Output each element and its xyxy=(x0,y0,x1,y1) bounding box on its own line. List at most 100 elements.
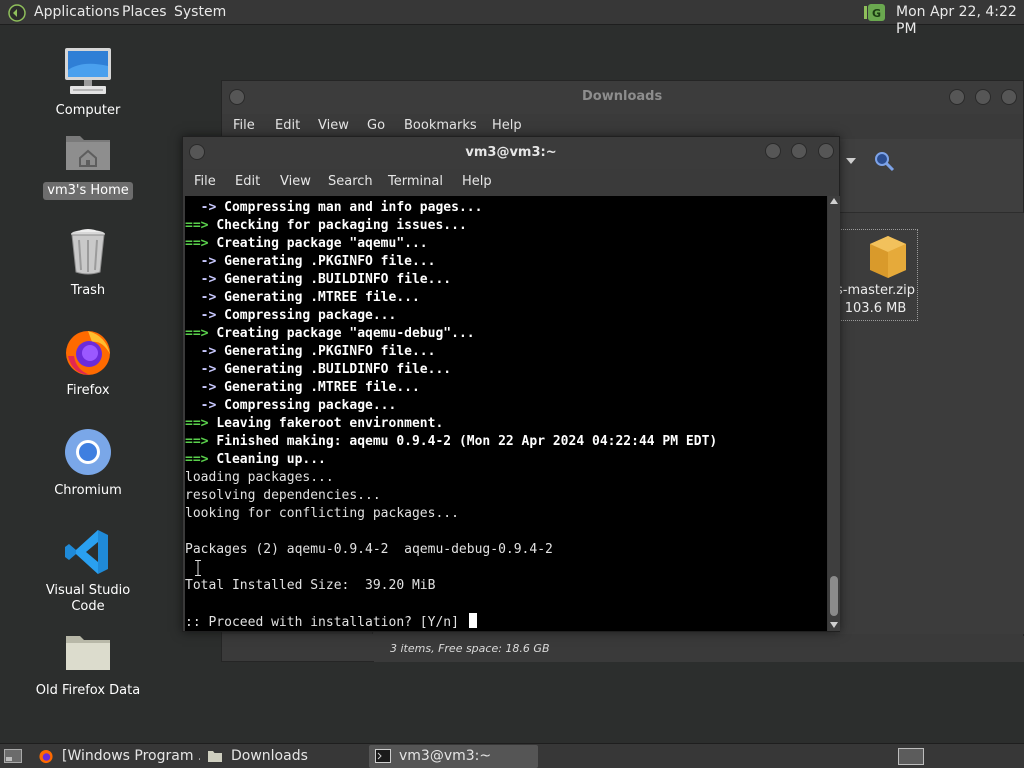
term-menu-terminal[interactable]: Terminal xyxy=(388,174,443,189)
terminal-line: -> Compressing man and info pages... xyxy=(185,199,827,217)
text-cursor-icon xyxy=(195,560,201,576)
terminal-window[interactable]: vm3@vm3:~ File Edit View Search Terminal… xyxy=(182,136,840,632)
terminal-scrollbar[interactable] xyxy=(828,196,840,631)
desktop-icon-home[interactable]: vm3's Home xyxy=(24,126,152,200)
desktop-icon-old-firefox-data[interactable]: Old Firefox Data xyxy=(24,626,152,700)
term-menu-view[interactable]: View xyxy=(280,174,311,189)
update-notifier-icon[interactable]: G xyxy=(864,3,886,22)
terminal-line-prefix: -> xyxy=(185,362,225,377)
workspace-switcher-icon[interactable] xyxy=(898,748,924,765)
terminal-line-prefix: ==> xyxy=(185,416,217,431)
window-menu-icon[interactable] xyxy=(229,89,245,105)
terminal-line: :: Proceed with installation? [Y/n] xyxy=(185,613,827,631)
file-manager-title: Downloads xyxy=(582,89,663,104)
scroll-down-icon[interactable] xyxy=(830,622,838,628)
close-button[interactable] xyxy=(1001,89,1017,105)
dropdown-arrow-icon[interactable] xyxy=(845,156,857,166)
terminal-line-text: Generating .BUILDINFO file... xyxy=(224,272,452,287)
file-manager-statusbar: 3 items, Free space: 18.6 GB xyxy=(374,636,1024,662)
terminal-line-text: :: Proceed with installation? [Y/n] xyxy=(185,615,467,630)
terminal-line-prefix: ==> xyxy=(185,218,217,233)
desktop-icon-firefox[interactable]: Firefox xyxy=(24,326,152,400)
desktop-icon-vscode[interactable]: Visual Studio Code xyxy=(24,526,152,616)
terminal-line-prefix: -> xyxy=(185,272,225,287)
terminal-line-text: Leaving fakeroot environment. xyxy=(216,416,444,431)
terminal-line-text: Total Installed Size: 39.20 MiB xyxy=(185,578,436,593)
applications-menu[interactable]: Applications xyxy=(34,4,120,21)
bottom-panel: [Windows Program ... Downloads vm3@vm3:~ xyxy=(0,743,1024,768)
home-folder-icon xyxy=(66,136,110,170)
term-menu-help[interactable]: Help xyxy=(462,174,492,189)
fm-menu-file[interactable]: File xyxy=(233,118,255,133)
places-menu[interactable]: Places xyxy=(122,4,167,21)
terminal-line: -> Generating .BUILDINFO file... xyxy=(185,271,827,289)
system-menu[interactable]: System xyxy=(174,4,226,21)
scroll-up-icon[interactable] xyxy=(830,198,838,204)
desktop-icon-label: Trash xyxy=(70,283,106,298)
terminal-line: -> Generating .MTREE file... xyxy=(185,379,827,397)
terminal-line: ==> Finished making: aqemu 0.9.4-2 (Mon … xyxy=(185,433,827,451)
terminal-line-text: Generating .PKGINFO file... xyxy=(224,344,436,359)
terminal-titlebar[interactable]: vm3@vm3:~ xyxy=(183,137,839,169)
minimize-button[interactable] xyxy=(765,143,781,159)
desktop-icon-computer[interactable]: Computer xyxy=(24,46,152,120)
term-menu-file[interactable]: File xyxy=(194,174,216,189)
term-menu-search[interactable]: Search xyxy=(328,174,373,189)
terminal-line-prefix: ==> xyxy=(185,236,217,251)
folder-icon xyxy=(66,636,110,670)
terminal-line-prefix: -> xyxy=(185,308,225,323)
terminal-line: -> Generating .PKGINFO file... xyxy=(185,343,827,361)
fm-menu-go[interactable]: Go xyxy=(367,118,385,133)
terminal-line: -> Compressing package... xyxy=(185,307,827,325)
firefox-icon xyxy=(39,749,53,764)
file-manager-titlebar[interactable]: Downloads xyxy=(222,81,1023,114)
terminal-output[interactable]: -> Compressing man and info pages... ==> … xyxy=(185,196,827,631)
terminal-menubar: File Edit View Search Terminal Help xyxy=(183,170,839,195)
terminal-title: vm3@vm3:~ xyxy=(465,145,557,160)
terminal-line: -> Generating .PKGINFO file... xyxy=(185,253,827,271)
fm-menu-help[interactable]: Help xyxy=(492,118,522,133)
svg-text:G: G xyxy=(872,7,881,20)
taskbar-item-firefox[interactable]: [Windows Program ... xyxy=(34,745,200,768)
terminal-line-prefix: -> xyxy=(185,380,225,395)
close-button[interactable] xyxy=(818,143,834,159)
file-item[interactable]: s-master.zip 103.6 MB xyxy=(834,229,918,321)
terminal-line: loading packages... xyxy=(185,469,827,487)
archive-icon xyxy=(870,236,906,278)
desktop-icon-chromium[interactable]: Chromium xyxy=(24,426,152,500)
fm-menu-edit[interactable]: Edit xyxy=(275,118,300,133)
desktop-icon-label: Old Firefox Data xyxy=(35,683,141,698)
taskbar-item-label: vm3@vm3:~ xyxy=(399,748,492,764)
file-size: 103.6 MB xyxy=(844,301,907,316)
taskbar-item-terminal[interactable]: vm3@vm3:~ xyxy=(369,745,538,768)
terminal-line: ==> Creating package "aqemu"... xyxy=(185,235,827,253)
show-desktop-icon[interactable] xyxy=(4,749,22,763)
terminal-line-text: Creating package "aqemu"... xyxy=(216,236,428,251)
maximize-button[interactable] xyxy=(791,143,807,159)
terminal-line-text: Generating .MTREE file... xyxy=(224,380,420,395)
taskbar-item-label: Downloads xyxy=(231,748,308,764)
computer-icon xyxy=(65,48,111,94)
term-menu-edit[interactable]: Edit xyxy=(235,174,260,189)
terminal-line: ==> Cleaning up... xyxy=(185,451,827,469)
fm-menu-bookmarks[interactable]: Bookmarks xyxy=(404,118,477,133)
taskbar-item-label: [Windows Program ... xyxy=(62,748,200,764)
scrollbar-thumb[interactable] xyxy=(830,576,838,616)
terminal-line-prefix: -> xyxy=(185,398,225,413)
terminal-line-text: Generating .BUILDINFO file... xyxy=(224,362,452,377)
taskbar-item-downloads[interactable]: Downloads xyxy=(203,745,365,768)
maximize-button[interactable] xyxy=(975,89,991,105)
desktop-icon-label: Visual Studio Code xyxy=(45,583,131,614)
minimize-button[interactable] xyxy=(949,89,965,105)
terminal-line: Total Installed Size: 39.20 MiB xyxy=(185,577,827,595)
search-icon[interactable] xyxy=(873,150,895,172)
mate-logo-icon[interactable] xyxy=(8,4,26,22)
desktop-icon-trash[interactable]: Trash xyxy=(24,226,152,300)
terminal-line: resolving dependencies... xyxy=(185,487,827,505)
terminal-line-text: Packages (2) aqemu-0.9.4-2 aqemu-debug-0… xyxy=(185,542,553,557)
clock[interactable]: Mon Apr 22, 4:22 PM xyxy=(896,4,1024,38)
fm-menu-view[interactable]: View xyxy=(318,118,349,133)
terminal-line-text: Creating package "aqemu-debug"... xyxy=(216,326,475,341)
